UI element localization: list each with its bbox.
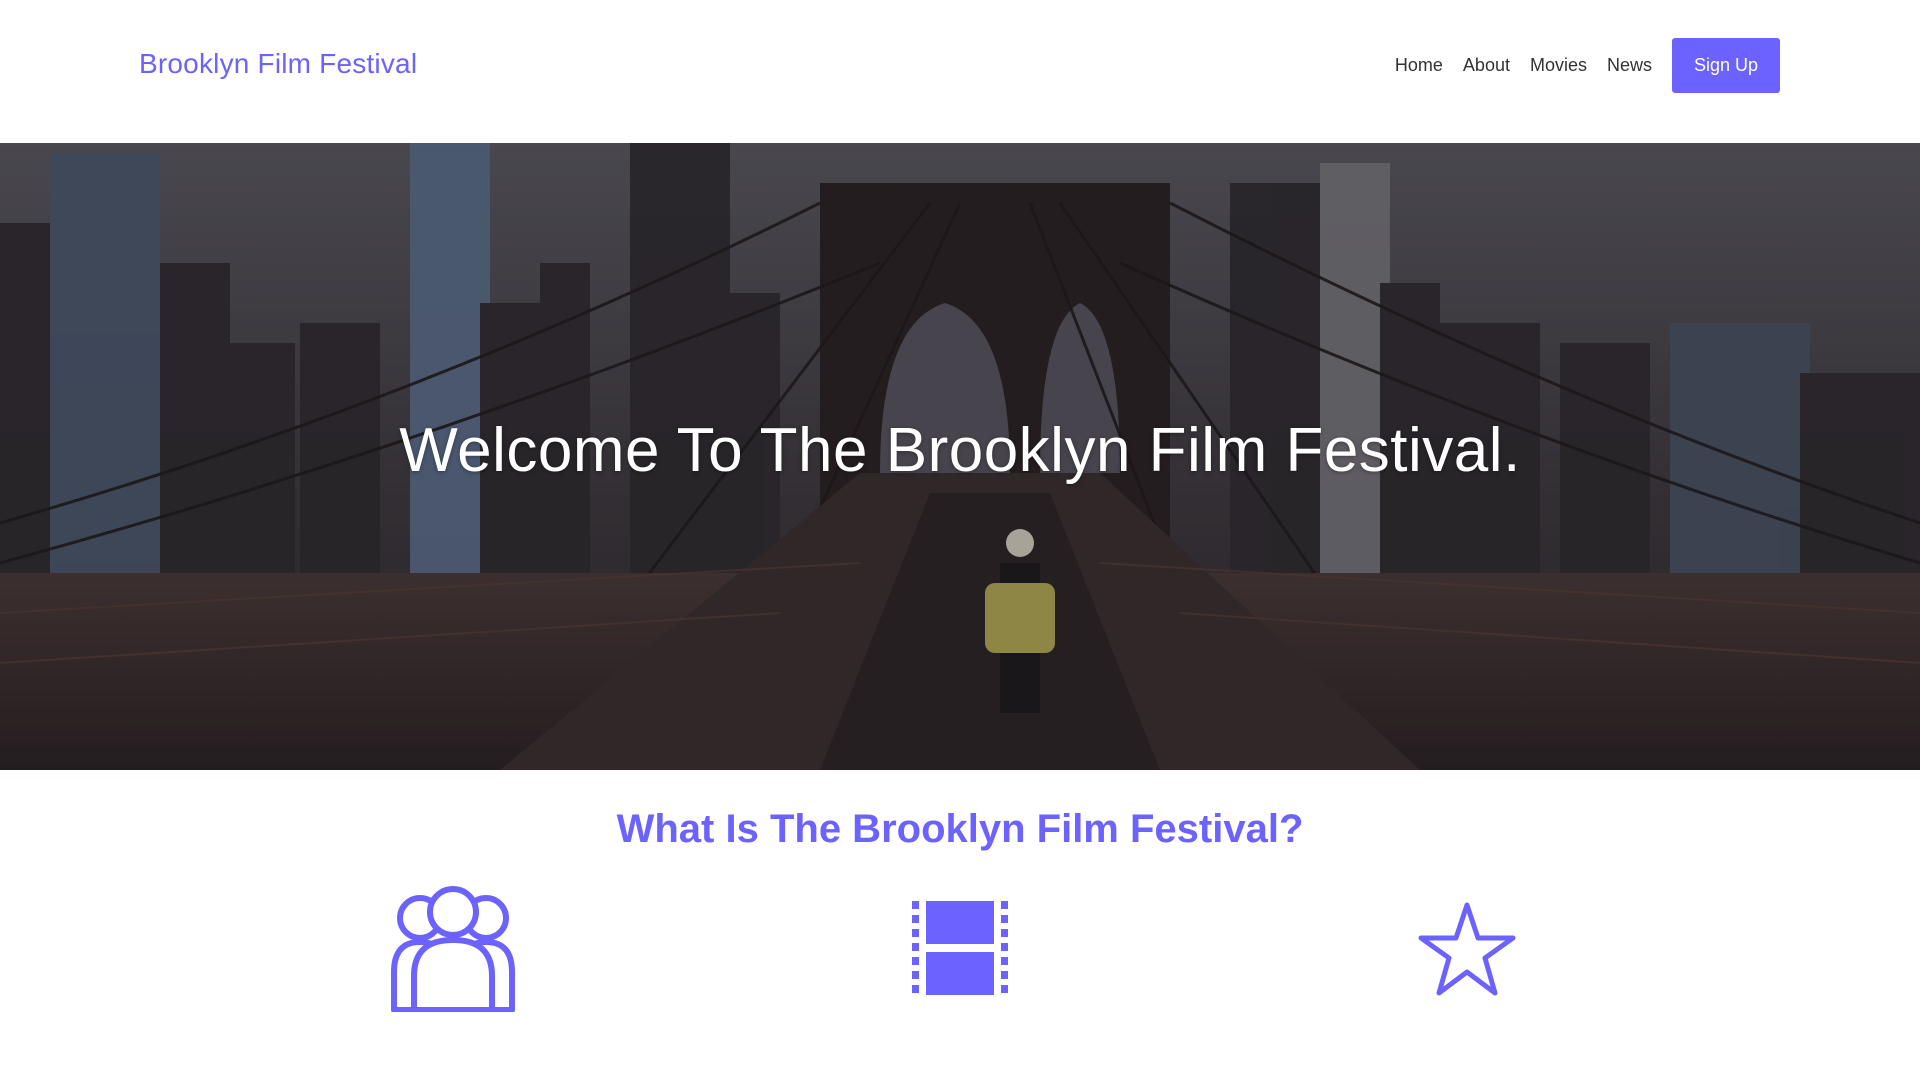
about-section-title: What Is The Brooklyn Film Festival? <box>616 807 1304 851</box>
nav-about-link[interactable]: About <box>1463 38 1510 93</box>
nav-home-link[interactable]: Home <box>1395 38 1443 93</box>
star-icon <box>1418 902 1516 996</box>
film-icon <box>912 901 1008 995</box>
users-icon <box>391 886 515 1012</box>
hero-title: Welcome To The Brooklyn Film Festival. <box>399 416 1521 485</box>
site-logo[interactable]: Brooklyn Film Festival <box>139 48 417 80</box>
main-nav: Home About Movies News Sign Up <box>1395 38 1780 93</box>
nav-news-link[interactable]: News <box>1607 38 1652 93</box>
nav-movies-link[interactable]: Movies <box>1530 38 1587 93</box>
sign-up-button[interactable]: Sign Up <box>1672 38 1780 93</box>
hero-banner: Welcome To The Brooklyn Film Festival. <box>0 143 1920 770</box>
site-header: Brooklyn Film Festival Home About Movies… <box>0 0 1920 143</box>
